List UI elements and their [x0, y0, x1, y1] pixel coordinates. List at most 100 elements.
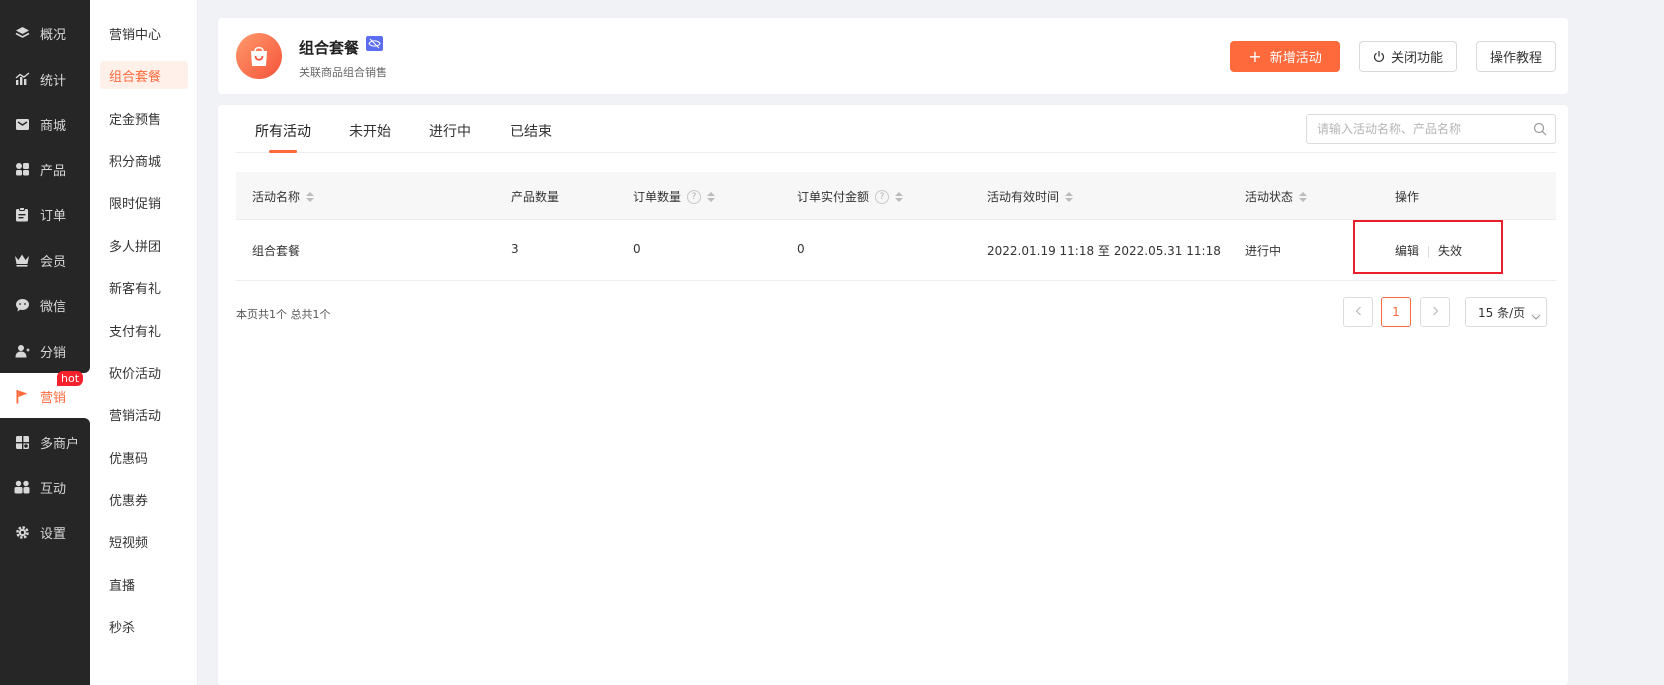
nav-item-merchants[interactable]: 多商户 [0, 420, 90, 464]
sort-icon[interactable] [1299, 191, 1308, 202]
add-activity-label: 新增活动 [1269, 51, 1322, 66]
chevron-right-icon [1432, 305, 1439, 319]
nav-item-mall[interactable]: 商城 [0, 102, 90, 146]
subnav-item[interactable]: 优惠码 [100, 443, 188, 471]
highlight-annotation [1353, 220, 1503, 274]
nav-item-order[interactable]: 订单 [0, 192, 90, 236]
tab-all[interactable]: 所有活动 [255, 121, 311, 141]
column-label: 活动名称 [252, 190, 301, 204]
nav-label: 多商户 [40, 436, 80, 452]
nav-label: 分销 [40, 345, 67, 361]
search-icon[interactable] [1533, 122, 1547, 136]
subnav-item[interactable]: 定金预售 [100, 104, 188, 132]
shopping-bag-icon [236, 33, 282, 79]
nav-item-wechat[interactable]: 微信 [0, 283, 90, 327]
subnav-item[interactable]: 直播 [100, 570, 188, 598]
sort-icon[interactable] [1065, 191, 1074, 202]
gear-icon [14, 524, 30, 540]
subnav-item[interactable]: 优惠券 [100, 485, 188, 513]
user-icon [14, 343, 30, 359]
page-size-select[interactable]: 15 条/页 [1465, 297, 1547, 327]
column-label: 活动状态 [1245, 190, 1294, 204]
nav-item-overview[interactable]: 概况 [0, 11, 90, 55]
flag-icon [14, 388, 30, 404]
sort-icon[interactable] [306, 191, 315, 202]
subnav-item[interactable]: 限时促销 [100, 188, 188, 216]
nav-item-stats[interactable]: 统计 [0, 57, 90, 101]
tab-not-started[interactable]: 未开始 [349, 121, 391, 141]
column-header-product-count: 产品数量 [511, 188, 559, 205]
nav-label: 产品 [40, 163, 67, 179]
chevron-down-icon [1531, 309, 1541, 323]
column-label: 订单实付金额 [797, 190, 870, 204]
clipboard-icon [14, 206, 30, 222]
chart-icon [14, 71, 30, 87]
activity-list-card: 所有活动 未开始 进行中 已结束 活动名称 产品数量 订单数量 ? 订单实付金额… [218, 105, 1568, 685]
column-header-status[interactable]: 活动状态 [1245, 188, 1308, 205]
column-label: 操作 [1395, 190, 1420, 204]
cell-paid-amount: 0 [797, 242, 805, 256]
primary-nav: 概况 统计 商城 产品 订单 会员 微信 分销 营销 hot 多商户 互动 设置 [0, 0, 90, 685]
chat-icon [14, 297, 30, 313]
search-box [1306, 114, 1556, 144]
column-label: 活动有效时间 [987, 190, 1060, 204]
chevron-left-icon [1355, 305, 1362, 319]
tab-in-progress[interactable]: 进行中 [429, 121, 471, 141]
nav-label: 微信 [40, 299, 67, 315]
subnav-item[interactable]: 砍价活动 [100, 358, 188, 386]
feature-header: 组合套餐 关联商品组合销售 + 新增活动 关闭功能 操作教程 [218, 18, 1568, 94]
cell-order-count: 0 [633, 242, 641, 256]
subnav-item[interactable]: 积分商城 [100, 146, 188, 174]
close-feature-label: 关闭功能 [1390, 51, 1443, 66]
crown-icon [14, 252, 30, 268]
nav-item-interact[interactable]: 互动 [0, 465, 90, 509]
close-feature-button[interactable]: 关闭功能 [1359, 41, 1457, 72]
nav-label: 互动 [40, 481, 67, 497]
subnav-item[interactable]: 营销中心 [100, 19, 188, 47]
nav-label: 概况 [40, 27, 67, 43]
subnav-item[interactable]: 秒杀 [100, 612, 188, 640]
mail-icon [14, 116, 30, 132]
cell-status: 进行中 [1245, 244, 1282, 258]
add-activity-button[interactable]: + 新增活动 [1230, 41, 1340, 72]
subnav-item[interactable]: 营销活动 [100, 400, 188, 428]
column-header-name[interactable]: 活动名称 [252, 188, 315, 205]
subnav-item[interactable]: 多人拼团 [100, 231, 188, 259]
page-size-value: 15 条/页 [1478, 305, 1526, 320]
column-header-actions: 操作 [1395, 188, 1419, 205]
search-input[interactable] [1317, 120, 1517, 138]
help-icon[interactable]: ? [687, 189, 702, 204]
sort-icon[interactable] [707, 191, 716, 202]
next-page-button[interactable] [1420, 297, 1450, 327]
plus-icon: + [1248, 46, 1262, 66]
nav-item-settings[interactable]: 设置 [0, 510, 90, 554]
users-icon [14, 479, 30, 495]
column-header-valid-time[interactable]: 活动有效时间 [987, 188, 1074, 205]
hot-badge: hot [57, 371, 84, 386]
tab-ended[interactable]: 已结束 [510, 121, 552, 141]
prev-page-button[interactable] [1343, 297, 1373, 327]
tutorial-button[interactable]: 操作教程 [1476, 41, 1556, 72]
subnav-item[interactable]: 短视频 [100, 527, 188, 555]
nav-item-member[interactable]: 会员 [0, 238, 90, 282]
nav-label: 营销 [40, 390, 67, 406]
page-number-button[interactable]: 1 [1381, 297, 1411, 327]
page-title: 组合套餐 [299, 39, 360, 57]
subnav-item[interactable]: 支付有礼 [100, 316, 188, 344]
cell-product-count: 3 [511, 242, 519, 256]
active-tab-indicator [269, 150, 297, 153]
column-header-order-count[interactable]: 订单数量 ? [633, 188, 716, 205]
nav-item-distribution[interactable]: 分销 [0, 329, 90, 373]
subnav-item[interactable]: 新客有礼 [100, 273, 188, 301]
column-label: 订单数量 [633, 190, 682, 204]
eye-off-icon [366, 36, 383, 51]
subnav-item-active[interactable]: 组合套餐 [100, 61, 188, 89]
cell-name: 组合套餐 [252, 244, 301, 258]
secondary-nav: 营销中心 组合套餐 定金预售 积分商城 限时促销 多人拼团 新客有礼 支付有礼 … [90, 0, 198, 685]
nav-item-product[interactable]: 产品 [0, 147, 90, 191]
nav-label: 统计 [40, 73, 67, 89]
page-subtitle: 关联商品组合销售 [299, 66, 387, 79]
column-header-paid-amount[interactable]: 订单实付金额 ? [797, 188, 904, 205]
sort-icon[interactable] [895, 191, 904, 202]
help-icon[interactable]: ? [875, 189, 890, 204]
